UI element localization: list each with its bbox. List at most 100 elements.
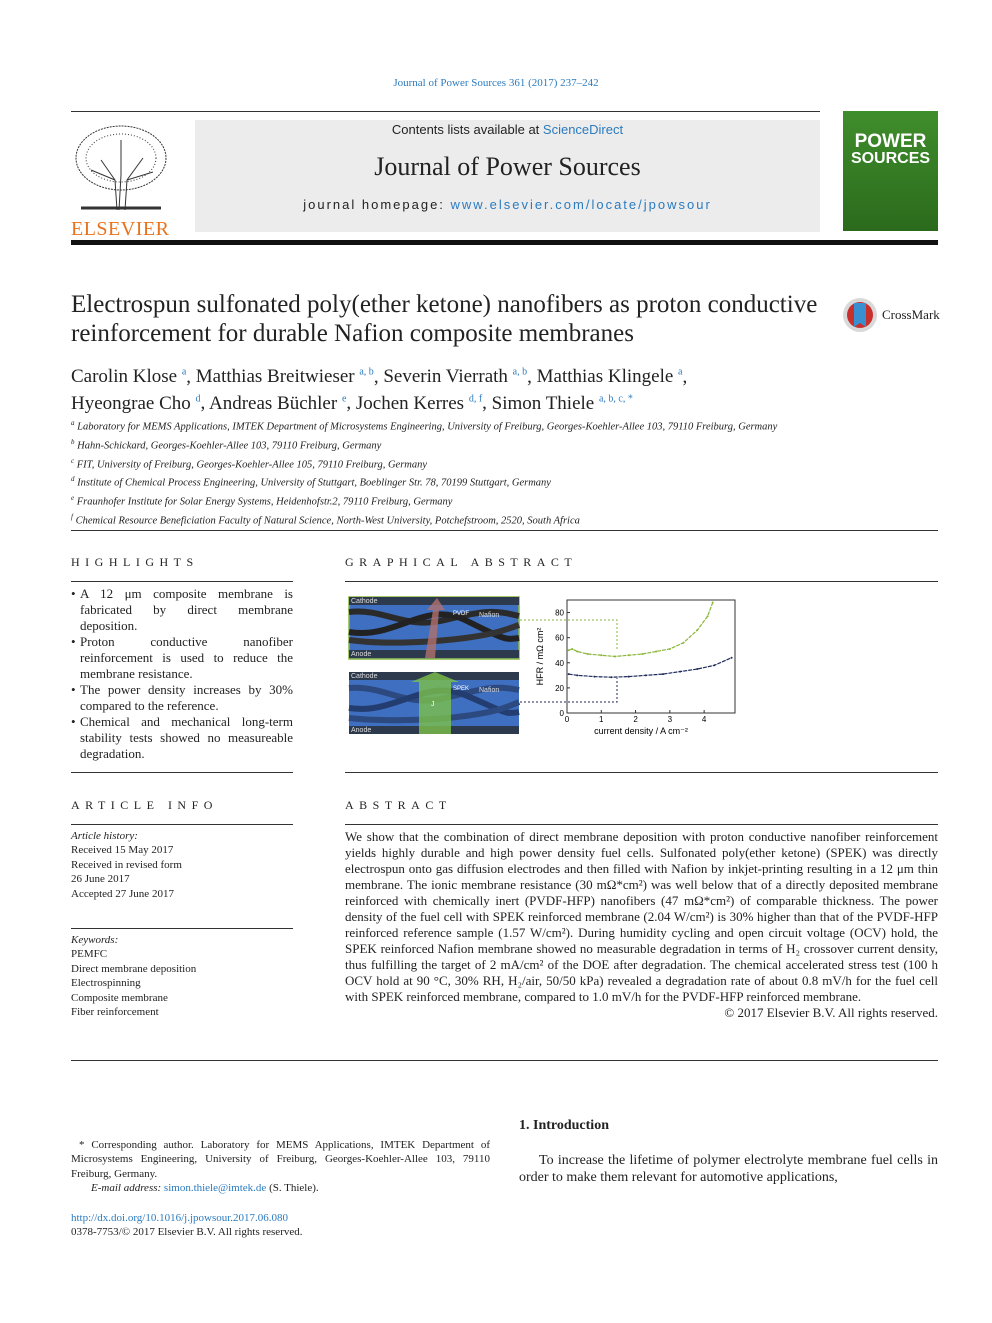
data-point (614, 655, 616, 658)
highlight-item: Chemical and mechanical long-term stabil… (71, 714, 293, 762)
article-title: Electrospun sulfonated poly(ether ketone… (71, 291, 818, 347)
email-link[interactable]: simon.thiele@imtek.de (164, 1182, 266, 1194)
crossmark-label: CrossMark (882, 307, 940, 322)
affiliation: f Chemical Resource Beneficiation Facult… (71, 512, 580, 527)
affiliation: e Fraunhofer Institute for Solar Energy … (71, 494, 453, 508)
abstract-text: We show that the combination of direct m… (345, 829, 938, 1004)
journal-name: Journal of Power Sources (374, 152, 641, 181)
journal-cover[interactable]: POWER SOURCES (843, 111, 938, 231)
cathode-label: Cathode (351, 598, 378, 605)
current-label: J (431, 701, 435, 708)
author[interactable]: Hyeongrae Cho d (71, 393, 201, 414)
author-affiliation-mark[interactable]: d (196, 393, 201, 404)
keyword: Electrospinning (71, 977, 141, 990)
data-point (696, 629, 699, 632)
fiber-label: SPEK (453, 686, 469, 692)
y-axis-label: HFR / mΩ cm² (535, 628, 545, 686)
email-suffix: (S. Thiele). (266, 1181, 319, 1194)
data-point (567, 673, 570, 676)
history-label: Article history: (71, 830, 138, 842)
x-tick-label: 2 (633, 715, 638, 724)
data-point (641, 652, 644, 655)
cathode-label: Cathode (351, 673, 378, 680)
series-line-1 (568, 657, 732, 678)
keyword: Direct membrane deposition (71, 962, 197, 975)
y-tick-label: 40 (555, 659, 564, 668)
data-point (706, 615, 709, 618)
y-tick-label: 80 (555, 609, 564, 618)
divider (71, 772, 293, 773)
author[interactable]: Jochen Kerres d, f (356, 393, 482, 414)
pvdf-membrane-panel: Cathode Anode Nafion PVDF (348, 596, 521, 660)
author[interactable]: Andreas Büchler e (209, 393, 346, 414)
author-affiliation-mark[interactable]: a (678, 367, 682, 378)
sciencedirect-link[interactable]: ScienceDirect (543, 122, 623, 137)
crossmark-button[interactable]: CrossMark (842, 297, 940, 333)
divider (71, 240, 938, 245)
data-point (610, 676, 613, 679)
plot-frame (566, 599, 736, 714)
data-point (696, 668, 699, 671)
highlights-heading: HIGHLIGHTS (71, 555, 199, 569)
data-point (711, 601, 714, 604)
keyword: Composite membrane (71, 991, 168, 1004)
keywords: Keywords: PEMFC Direct membrane depositi… (71, 933, 293, 1019)
history-item: Accepted 27 June 2017 (71, 887, 174, 900)
data-point (571, 647, 574, 650)
data-point (713, 664, 716, 667)
author-affiliation-mark[interactable]: a (182, 367, 186, 378)
elsevier-logo: ELSEVIER (71, 120, 171, 240)
data-point (644, 674, 647, 677)
author[interactable]: Carolin Klose a (71, 366, 186, 387)
spek-membrane-panel: Cathode Anode Nafion SPEK J (348, 672, 521, 734)
copyright: © 2017 Elsevier B.V. All rights reserved… (724, 1005, 938, 1020)
author-affiliation-mark[interactable]: a, b (359, 367, 373, 378)
affiliations: a Laboratory for MEMS Applications, IMTE… (71, 416, 831, 529)
crossmark-icon (843, 298, 877, 332)
y-tick-label: 0 (560, 709, 565, 718)
highlights-list: A 12 μm composite membrane is fabricated… (71, 586, 293, 762)
highlight-item: A 12 μm composite membrane is fabricated… (71, 586, 293, 634)
divider (71, 581, 293, 582)
homepage-link[interactable]: www.elsevier.com/locate/jpowsour (451, 197, 712, 212)
x-tick-label: 3 (668, 715, 673, 724)
homepage-label: journal homepage: (303, 197, 451, 212)
author-affiliation-mark[interactable]: a, b (513, 367, 527, 378)
y-tick-label: 20 (555, 684, 564, 693)
divider (71, 111, 820, 112)
tree-icon (71, 120, 171, 215)
author[interactable]: Severin Vierrath a, b (383, 366, 527, 387)
journal-citation[interactable]: Journal of Power Sources 361 (2017) 237–… (0, 77, 992, 89)
author[interactable]: Matthias Breitwieser a, b (196, 366, 374, 387)
data-point (682, 641, 685, 644)
doi-block: http://dx.doi.org/10.1016/j.jpowsour.201… (71, 1211, 303, 1240)
journal-banner: Contents lists available at ScienceDirec… (195, 120, 820, 232)
keyword: Fiber reinforcement (71, 1006, 159, 1019)
keyword: PEMFC (71, 948, 108, 961)
x-tick-label: 0 (565, 715, 570, 724)
divider (345, 581, 938, 582)
data-point (655, 650, 658, 653)
cover-title-2: SOURCES (850, 150, 931, 167)
y-tick-label: 60 (555, 634, 564, 643)
author[interactable]: Simon Thiele a, b, c, * (492, 393, 633, 414)
history-item: 26 June 2017 (71, 873, 130, 886)
author-affiliation-mark[interactable]: e (342, 393, 346, 404)
anode-label: Anode (351, 651, 371, 658)
author-affiliation-mark[interactable]: a, b, c, * (599, 393, 633, 404)
data-point (593, 675, 596, 678)
fiber-label: PVDF (453, 611, 469, 617)
divider (345, 824, 938, 825)
graphical-abstract-heading: GRAPHICAL ABSTRACT (345, 555, 578, 569)
highlight-item: The power density increases by 30% compa… (71, 682, 293, 714)
data-point (679, 670, 682, 673)
data-point (576, 674, 579, 677)
intro-text: To increase the lifetime of polymer elec… (519, 1153, 938, 1185)
nafion-label: Nafion (479, 612, 499, 619)
author-affiliation-mark[interactable]: d, f (469, 393, 482, 404)
doi-link[interactable]: http://dx.doi.org/10.1016/j.jpowsour.201… (71, 1212, 288, 1224)
author[interactable]: Matthias Klingele a (537, 366, 683, 387)
history-item: Received in revised form (71, 858, 182, 871)
affiliation: b Hahn-Schickard, Georges-Koehler-Allee … (71, 437, 382, 452)
x-tick-label: 1 (599, 715, 604, 724)
